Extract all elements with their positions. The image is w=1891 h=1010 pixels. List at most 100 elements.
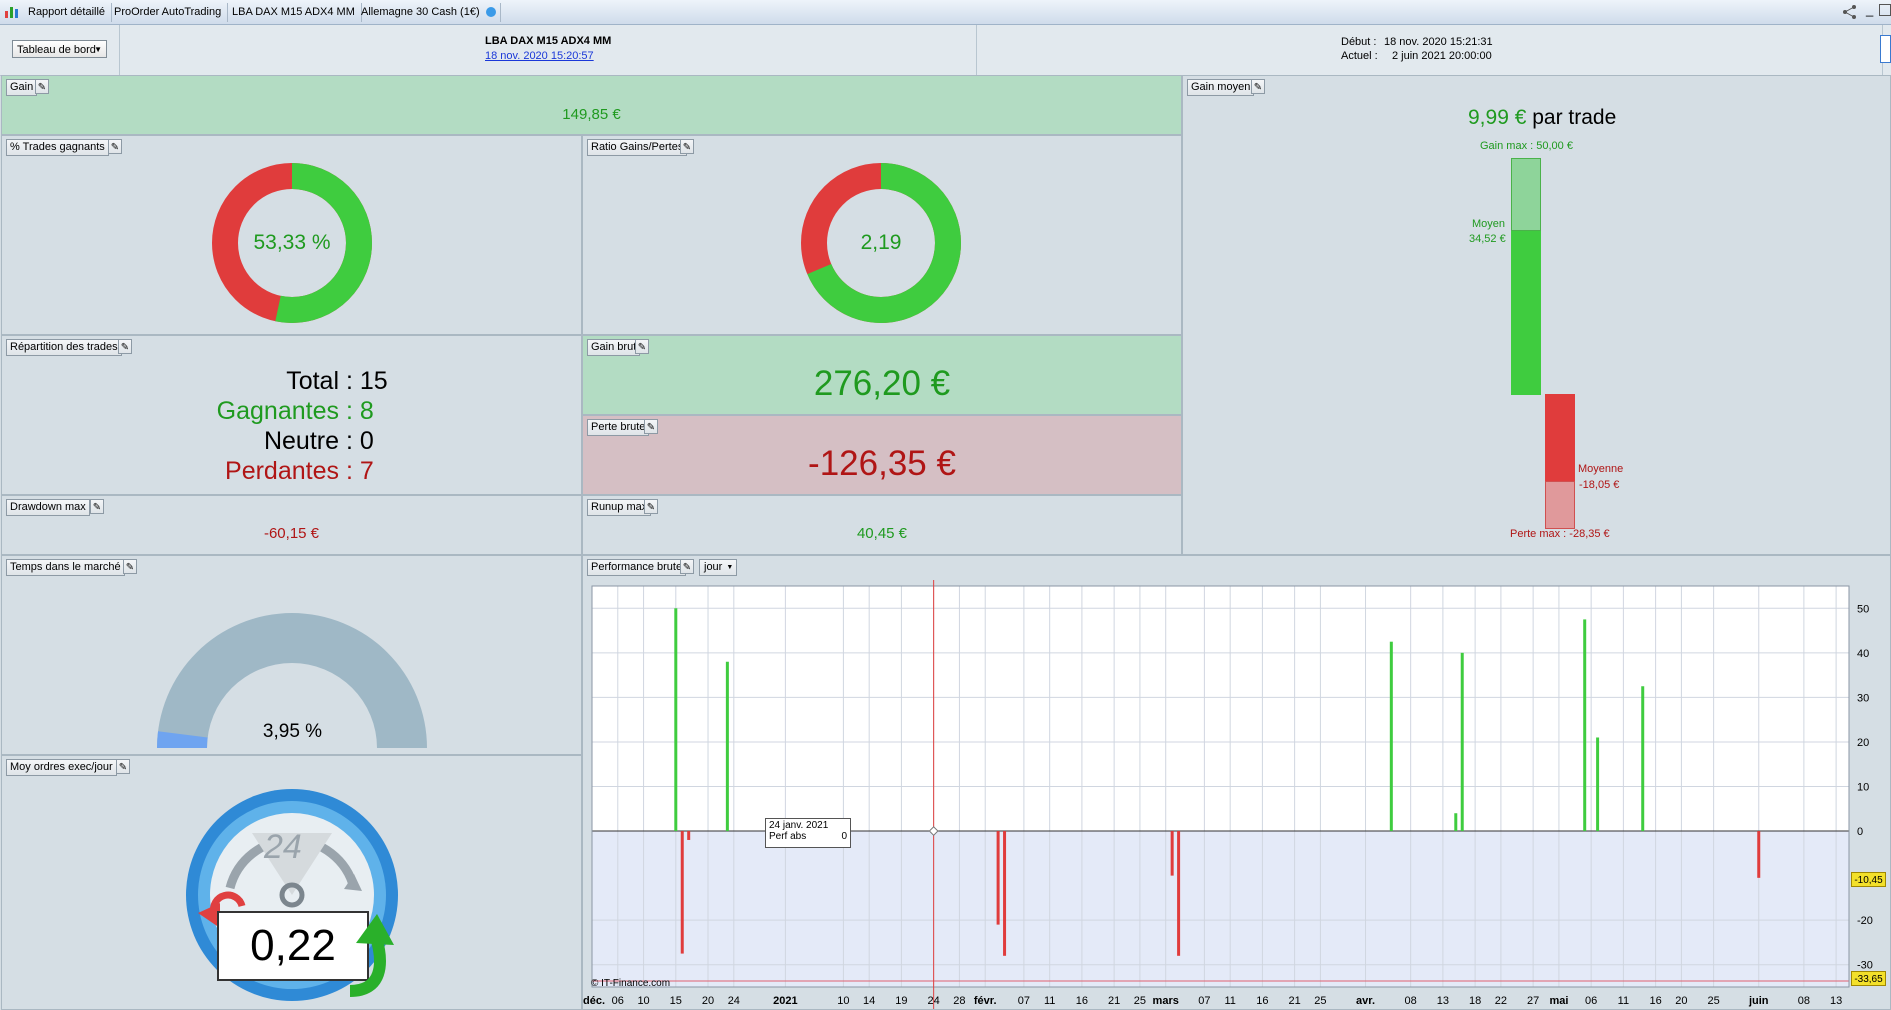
perf-bar xyxy=(1596,737,1600,832)
tab-instrument[interactable]: Allemagne 30 Cash (1€) xyxy=(355,3,501,22)
wrench-icon[interactable]: ✎ xyxy=(644,499,658,514)
x-tick-label: 11 xyxy=(1224,995,1235,1007)
period-info: Début : 18 nov. 2020 15:21:31 Actuel : 2… xyxy=(976,25,1883,75)
x-tick-label: 16 xyxy=(1256,995,1268,1007)
drawdown-panel: Drawdown max ✎ -60,15 € xyxy=(1,495,582,555)
neutre-value: 0 xyxy=(359,427,374,455)
perf-bar xyxy=(687,831,691,840)
x-tick-label: mai xyxy=(1549,995,1568,1007)
chart-export-icon[interactable] xyxy=(1880,35,1891,63)
perte-max-label: Perte max : -28,35 € xyxy=(1510,528,1610,540)
perf-bar xyxy=(1454,813,1458,832)
gain-brut-panel: Gain brut ✎ 276,20 € xyxy=(582,335,1182,415)
green-arrow-icon xyxy=(349,914,394,997)
wrench-icon[interactable]: ✎ xyxy=(90,499,104,514)
x-tick-label: 20 xyxy=(1675,995,1687,1007)
ratio-title: Ratio Gains/Pertes xyxy=(587,139,688,156)
minimize-icon[interactable]: _ xyxy=(1866,2,1873,17)
gain-moyen-suffix: par trade xyxy=(1532,106,1617,129)
gain-brut-value: 276,20 € xyxy=(813,364,951,403)
report-header: Tableau de bord ▼ LBA DAX M15 ADX4 MM 18… xyxy=(0,25,1891,76)
plot-area-negative xyxy=(592,831,1849,987)
x-tick-label: 27 xyxy=(1527,995,1539,1007)
x-tick-label: 21 xyxy=(1108,995,1120,1007)
x-tick-label: 14 xyxy=(863,995,875,1007)
wrench-icon[interactable]: ✎ xyxy=(680,559,694,574)
perf-bar xyxy=(1177,831,1181,956)
tab-instrument-label: Allemagne 30 Cash (1€) xyxy=(361,6,480,18)
moyen-value: 34,52 € xyxy=(1469,233,1506,245)
gain-moyen-bar xyxy=(1511,231,1541,395)
repartition-gagnantes-row: Gagnantes : 8 xyxy=(2,396,583,426)
gain-moyen-panel: Gain moyen ✎ 9,99 € par trade Gain max :… xyxy=(1182,75,1891,555)
perf-bar xyxy=(674,608,678,832)
sep: : xyxy=(339,457,360,485)
strategy-date-link[interactable]: 18 nov. 2020 15:20:57 xyxy=(485,50,594,62)
x-tick-label: 10 xyxy=(837,995,849,1007)
y-tick-label: 20 xyxy=(1857,737,1869,749)
gain-moyen-value: 9,99 € xyxy=(1468,106,1527,129)
wrench-icon[interactable]: ✎ xyxy=(116,759,130,774)
neutre-label: Neutre xyxy=(263,427,339,455)
y-tick-label: -30 xyxy=(1857,960,1873,972)
tab-strategy[interactable]: LBA DAX M15 ADX4 MM xyxy=(226,3,362,22)
strategy-info: LBA DAX M15 ADX4 MM 18 nov. 2020 15:20:5… xyxy=(119,25,977,75)
wrench-icon[interactable]: ✎ xyxy=(644,419,658,434)
debut-value: 18 nov. 2020 15:21:31 xyxy=(1384,36,1493,48)
wrench-icon[interactable]: ✎ xyxy=(1251,79,1265,94)
repartition-neutre-row: Neutre : 0 xyxy=(2,426,583,456)
chevron-down-icon: ▼ xyxy=(94,45,102,54)
moyenne-value: -18,05 € xyxy=(1579,479,1620,491)
wrench-icon[interactable]: ✎ xyxy=(123,559,137,574)
tab-rapport-detaille[interactable]: Rapport détaillé xyxy=(22,3,113,22)
actuel-value: 2 juin 2021 20:00:00 xyxy=(1392,50,1492,62)
performance-title: Performance brute xyxy=(587,559,687,576)
gagnantes-value: 8 xyxy=(359,397,374,425)
restore-icon[interactable] xyxy=(1879,4,1891,16)
tooltip-row: Perf abs 0 xyxy=(769,831,847,842)
x-tick-label: 18 xyxy=(1469,995,1481,1007)
perf-bar xyxy=(680,831,684,954)
share-icon[interactable] xyxy=(1842,4,1858,23)
gain-max-label: Gain max : 50,00 € xyxy=(1480,140,1573,152)
wrench-icon[interactable]: ✎ xyxy=(118,339,132,354)
y-tick-label: 10 xyxy=(1857,782,1869,794)
chart-tooltip: 24 janv. 2021 Perf abs 0 xyxy=(765,818,851,848)
wrench-icon[interactable]: ✎ xyxy=(680,139,694,154)
drawdown-title: Drawdown max xyxy=(6,499,90,516)
wrench-icon[interactable]: ✎ xyxy=(635,339,649,354)
performance-chart[interactable]: 50403020100-20-30déc. 06 10 15 20 24 2021 10 14 1… xyxy=(583,580,1890,1009)
repartition-list: Total : 15 Gagnantes : 8 Neutre : 0 Perd… xyxy=(2,366,583,486)
temps-marche-value: 3,95 % xyxy=(262,721,323,742)
perf-bar xyxy=(725,661,729,832)
x-tick-label: 28 xyxy=(953,995,965,1007)
total-value: 15 xyxy=(359,367,388,395)
gain-brut-title: Gain brut xyxy=(587,339,641,356)
clock-number: 24 xyxy=(264,828,302,866)
tooltip-value: 0 xyxy=(841,831,847,842)
y-tick-label: -20 xyxy=(1857,915,1873,927)
moyen-label: Moyen xyxy=(1472,218,1506,230)
perte-brute-panel: Perte brute ✎ -126,35 € xyxy=(582,415,1182,495)
moy-ordres-panel: Moy ordres exec/jour ✎ 24 0,22 xyxy=(1,755,582,1010)
x-tick-label: 10 xyxy=(637,995,649,1007)
x-tick-label: 08 xyxy=(1405,995,1417,1007)
moyenne-label: Moyenne xyxy=(1578,463,1624,475)
gain-title: Gain xyxy=(6,79,38,96)
x-tick-label: 11 xyxy=(1618,995,1629,1007)
ratio-value: 2,19 xyxy=(860,231,902,254)
tab-proorder[interactable]: ProOrder AutoTrading xyxy=(108,3,229,22)
x-tick-label: 2021 xyxy=(773,995,797,1007)
x-tick-label: 25 xyxy=(1134,995,1146,1007)
x-tick-label: 06 xyxy=(612,995,624,1007)
sep: : xyxy=(339,427,360,455)
period-select[interactable]: jour ▼ xyxy=(699,559,738,576)
wrench-icon[interactable]: ✎ xyxy=(35,79,49,94)
perte-moyenne-bar xyxy=(1545,394,1575,481)
dashboard-select[interactable]: Tableau de bord ▼ xyxy=(12,40,107,58)
x-tick-label: févr. xyxy=(974,995,997,1007)
y-tick-label: 40 xyxy=(1857,648,1869,660)
x-tick-label: juin xyxy=(1748,995,1769,1007)
dashboard-select-value: Tableau de bord xyxy=(17,44,96,56)
wrench-icon[interactable]: ✎ xyxy=(108,139,122,154)
